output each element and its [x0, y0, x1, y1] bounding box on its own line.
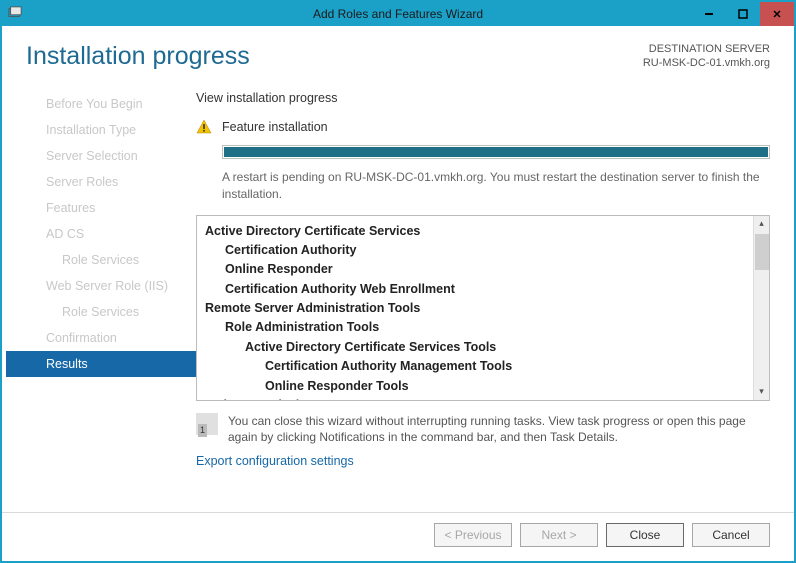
sidebar-item-web-server-role-iis-: Web Server Role (IIS) [6, 273, 196, 299]
info-text: You can close this wizard without interr… [228, 413, 770, 447]
tree-item: Online Responder [205, 260, 745, 279]
restart-note: A restart is pending on RU-MSK-DC-01.vmk… [222, 169, 770, 203]
tree-item: Active Directory Certificate Services To… [205, 338, 745, 357]
sidebar-item-server-selection: Server Selection [6, 143, 196, 169]
results-tree[interactable]: Active Directory Certificate ServicesCer… [197, 216, 753, 400]
body: Before You BeginInstallation TypeServer … [2, 81, 794, 512]
sidebar-item-ad-cs: AD CS [6, 221, 196, 247]
sidebar-item-role-services: Role Services [6, 247, 196, 273]
scrollbar[interactable]: ▴ ▾ [753, 216, 769, 400]
export-link[interactable]: Export configuration settings [196, 454, 770, 468]
sidebar-item-server-roles: Server Roles [6, 169, 196, 195]
tree-item: Remote Server Administration Tools [205, 299, 745, 318]
section-label: View installation progress [196, 91, 770, 105]
close-button[interactable]: Close [606, 523, 684, 547]
scroll-down-button[interactable]: ▾ [754, 384, 769, 400]
sidebar-item-results[interactable]: Results [6, 351, 196, 377]
results-tree-container: Active Directory Certificate ServicesCer… [196, 215, 770, 401]
tree-item: Active Directory Certificate Services [205, 222, 745, 241]
tree-item: Role Administration Tools [205, 318, 745, 337]
footer: < Previous Next > Close Cancel [2, 512, 794, 561]
tree-item: Certification Authority Web Enrollment [205, 280, 745, 299]
header: Installation progress DESTINATION SERVER… [2, 26, 794, 81]
sidebar-item-role-services: Role Services [6, 299, 196, 325]
tree-item: Web Server (IIS) [205, 396, 745, 400]
sidebar-item-before-you-begin: Before You Begin [6, 91, 196, 117]
tree-item: Certification Authority [205, 241, 745, 260]
notification-icon [196, 413, 218, 435]
previous-button: < Previous [434, 523, 512, 547]
page-title: Installation progress [26, 42, 250, 71]
destination-value: RU-MSK-DC-01.vmkh.org [643, 56, 770, 70]
main-content: View installation progress Feature insta… [196, 81, 794, 512]
sidebar-item-confirmation: Confirmation [6, 325, 196, 351]
feature-label: Feature installation [222, 120, 328, 134]
progress-bar [222, 145, 770, 159]
cancel-button[interactable]: Cancel [692, 523, 770, 547]
tree-item: Online Responder Tools [205, 377, 745, 396]
sidebar-item-installation-type: Installation Type [6, 117, 196, 143]
window-buttons: ✕ [692, 2, 794, 26]
titlebar[interactable]: Add Roles and Features Wizard ✕ [2, 2, 794, 26]
destination-server: DESTINATION SERVER RU-MSK-DC-01.vmkh.org [643, 42, 770, 71]
close-window-button[interactable]: ✕ [760, 2, 794, 26]
tree-item: Certification Authority Management Tools [205, 357, 745, 376]
window-title: Add Roles and Features Wizard [313, 7, 483, 21]
info-row: You can close this wizard without interr… [196, 413, 770, 447]
app-icon [8, 6, 22, 23]
scroll-thumb[interactable] [755, 234, 769, 270]
scroll-up-button[interactable]: ▴ [754, 216, 769, 232]
progress-fill [224, 147, 768, 157]
sidebar-item-features: Features [6, 195, 196, 221]
feature-row: Feature installation [196, 119, 770, 135]
next-button: Next > [520, 523, 598, 547]
sidebar: Before You BeginInstallation TypeServer … [6, 81, 196, 512]
wizard-window: Add Roles and Features Wizard ✕ Installa… [0, 0, 796, 563]
maximize-button[interactable] [726, 2, 760, 26]
warning-icon [196, 119, 212, 135]
destination-label: DESTINATION SERVER [643, 42, 770, 56]
minimize-button[interactable] [692, 2, 726, 26]
